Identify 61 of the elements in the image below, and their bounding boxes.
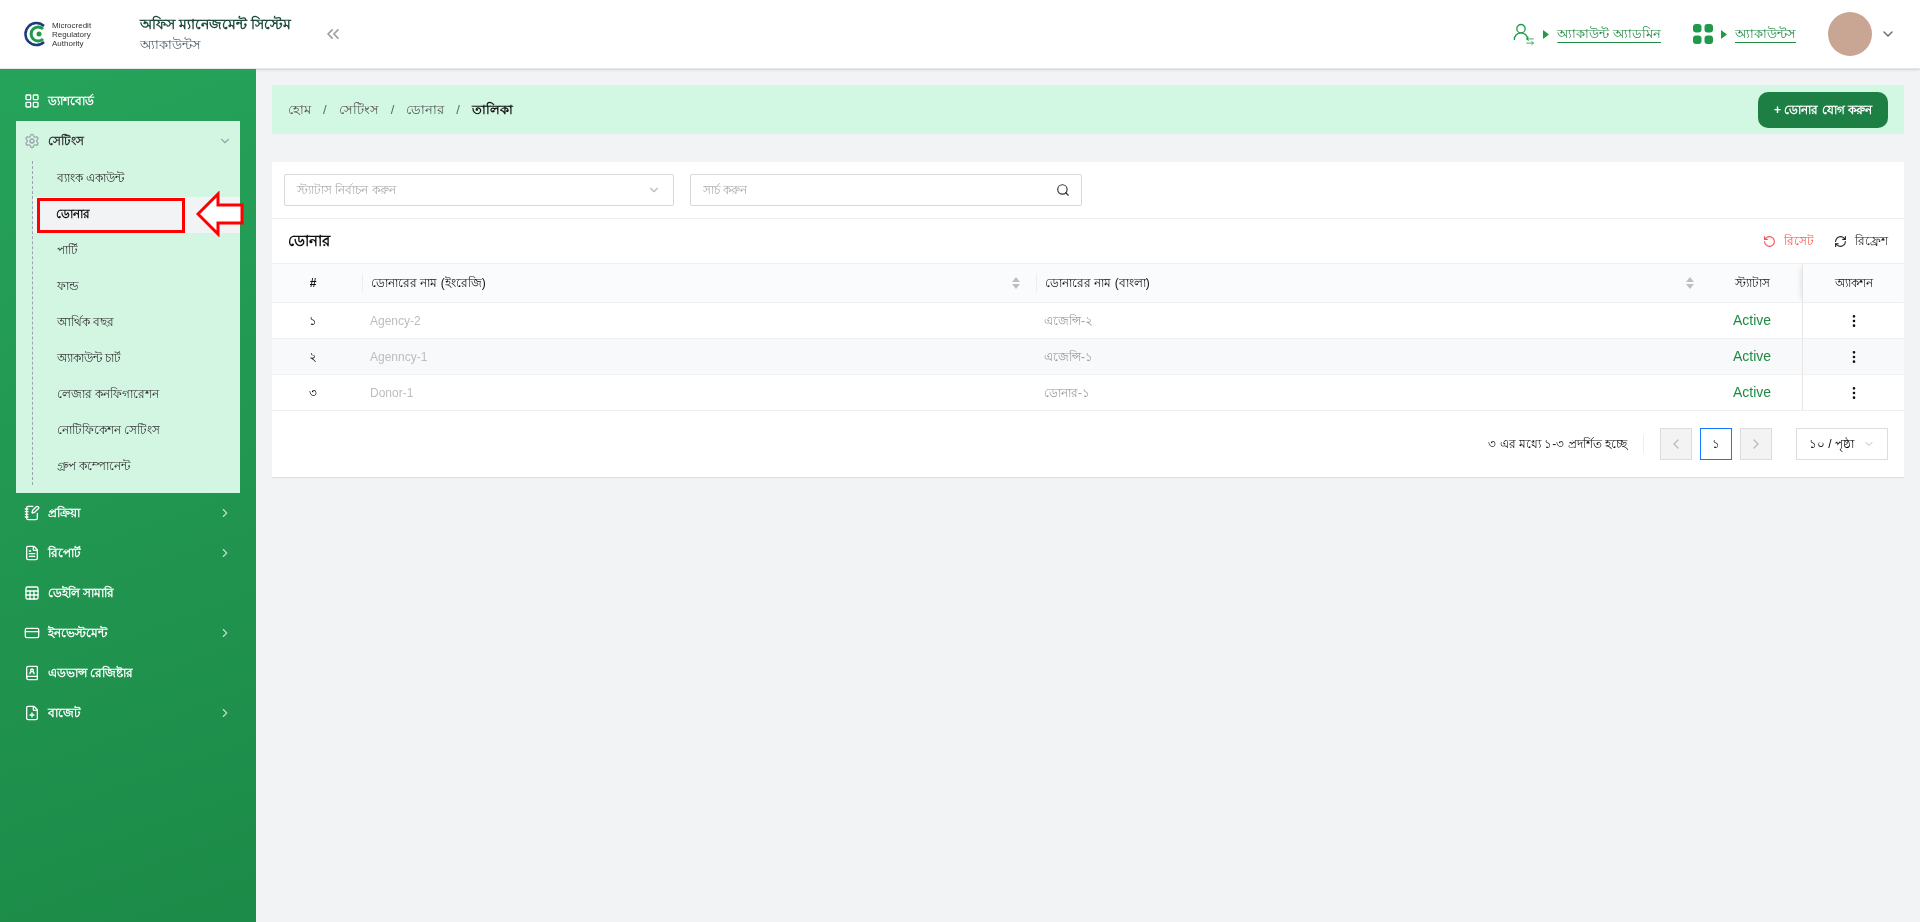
user-switch-icon[interactable] [1511,22,1536,46]
submenu-item[interactable]: অ্যাকাউন্ট চার্ট [33,341,240,377]
submenu-item[interactable]: আর্থিক বছর [33,305,240,341]
table-cell-text: ২ [308,348,318,366]
sidebar-item[interactable]: বাজেট [0,693,256,733]
table-cell-text: Agenncy-1 [369,348,429,366]
avatar[interactable] [1828,12,1872,56]
sidebar-item[interactable]: ডেইলি সামারি [0,573,256,613]
column-header[interactable]: ডোনারের নাম (বাংলা) [1028,264,1702,302]
apps-grid-icon[interactable] [1693,24,1713,44]
sidebar-item[interactable]: ইনভেস্টমেন্ট [0,613,256,653]
breadcrumb-separator: / [390,100,395,119]
submenu-item[interactable]: ডোনার [37,197,185,233]
triangle-icon [1543,29,1550,39]
search-icon[interactable] [1056,183,1070,197]
page-button[interactable]: ১ [1700,428,1732,460]
breadcrumb-item[interactable]: হোম [288,99,311,120]
status-cell-text: Active [1731,311,1773,330]
app-subtitle: অ্যাকাউন্টস [140,35,202,54]
table-cell-text: ডোনার-১ [1043,384,1091,402]
logo-text: Microcredit Regulatory Authority [52,20,93,48]
page-size-select[interactable]: ১০ / পৃষ্ঠা [1796,428,1888,460]
header-link[interactable]: অ্যাকাউন্ট অ্যাডমিন [1557,24,1661,44]
status-cell-text: Active [1731,383,1773,402]
table-cell-text: ১ [308,312,318,330]
table-cell-text: এজেন্সি-২ [1043,312,1094,330]
refresh-icon [1834,234,1847,248]
sidebar-item[interactable]: এডভান্স রেজিষ্টার [0,653,256,693]
submenu-item[interactable]: গ্রুপ কম্পোনেন্ট [33,449,240,485]
table-cell-text: ৩ [308,384,318,402]
app-title: অফিস ম্যানেজমেন্ট সিস্টেম [140,14,291,34]
table-cell-text: Donor-1 [369,384,415,402]
submenu-item[interactable]: লেজার কনফিগারেশন [33,377,240,413]
refresh-button[interactable]: রিফ্রেশ [1834,232,1888,250]
arrow-icon [196,191,244,237]
breadcrumb-separator: / [323,100,327,119]
submenu-item[interactable]: ফান্ড [33,269,240,305]
submenu-item[interactable]: নোটিফিকেশন সেটিংস [33,413,240,449]
sidebar-item[interactable]: সেটিংস [16,121,240,161]
table-title: ডোনার [288,230,330,251]
breadcrumb-item[interactable]: ডোনার [406,99,445,120]
sidebar-item[interactable]: রিপোর্ট [0,533,256,573]
reset-icon [1763,234,1776,248]
breadcrumb-item[interactable]: সেটিংস [338,99,379,120]
column-header: # [308,275,318,292]
column-header: অ্যাকশন [1802,264,1904,302]
add-donor-button[interactable]: + ডোনার যোগ করুন [1758,91,1888,128]
breadcrumb-separator: / [456,100,460,119]
header-link[interactable]: অ্যাকাউন্টস [1735,24,1796,44]
column-header[interactable]: ডোনারের নাম (ইংরেজি) [354,264,1028,302]
submenu-item[interactable]: ব্যাংক একাউন্ট [33,161,240,197]
breadcrumb-item: তালিকা [471,100,513,119]
search-field[interactable]: সার্চ করুন [690,174,1082,206]
column-header: স্ট্যাটাস [1733,275,1771,292]
submenu-item[interactable]: পার্টি [33,233,240,269]
table-cell-text: Agency-2 [369,312,422,330]
status-cell-text: Active [1731,347,1773,366]
sidebar-item[interactable]: প্রক্রিয়া [0,493,256,533]
triangle-icon [1721,29,1727,39]
table-cell-text: এজেন্সি-১ [1043,348,1094,366]
pagination-summary: ৩ এর মধ্যে ১-৩ প্রদর্শিত হচ্ছে [1488,435,1644,453]
